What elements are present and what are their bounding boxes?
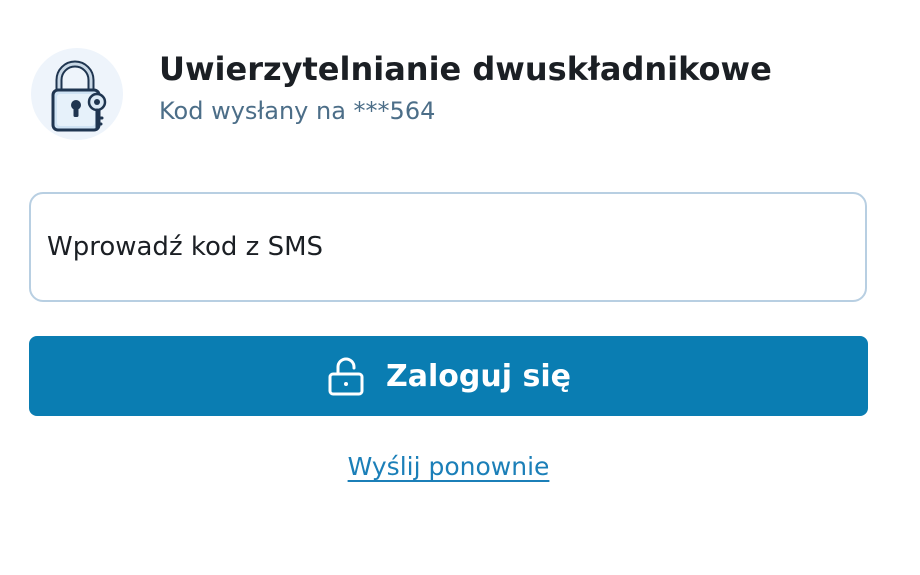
header-text: Uwierzytelnianie dwuskładnikowe Kod wysł… bbox=[159, 49, 772, 127]
padlock-key-icon bbox=[31, 48, 123, 140]
resend-code-link[interactable]: Wyślij ponownie bbox=[0, 452, 897, 481]
header: Uwierzytelnianie dwuskładnikowe Kod wysł… bbox=[31, 48, 772, 140]
page-title: Uwierzytelnianie dwuskładnikowe bbox=[159, 50, 772, 88]
two-factor-auth-page: Uwierzytelnianie dwuskładnikowe Kod wysł… bbox=[0, 0, 920, 575]
sms-sent-to-text: Kod wysłany na ***564 bbox=[159, 97, 436, 125]
login-button[interactable]: Zaloguj się bbox=[29, 336, 868, 416]
unlock-icon bbox=[326, 356, 366, 396]
login-button-label: Zaloguj się bbox=[386, 358, 571, 394]
sms-code-input[interactable] bbox=[29, 192, 867, 302]
